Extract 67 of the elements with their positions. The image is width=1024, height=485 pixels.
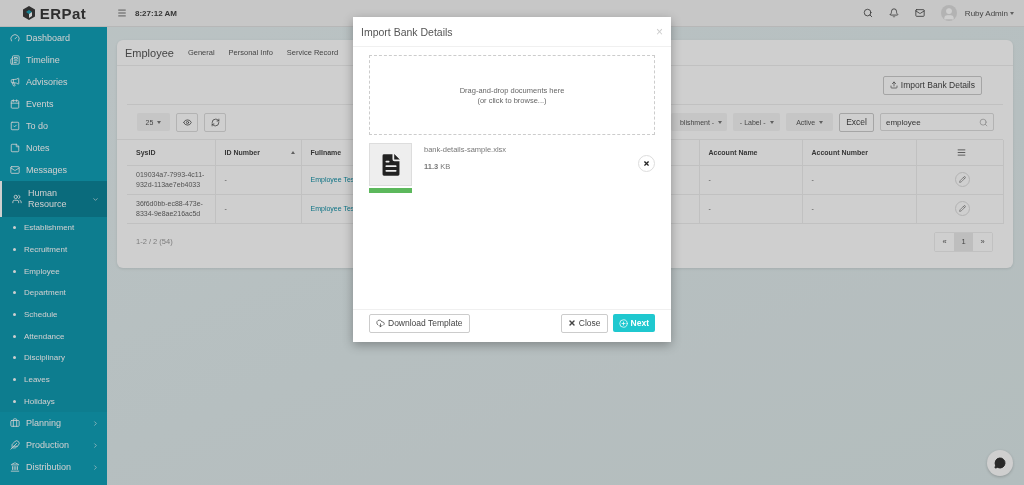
remove-file-button[interactable] <box>638 155 655 172</box>
menu-item-icon <box>10 440 20 451</box>
submenu-item[interactable]: Department <box>0 282 107 304</box>
menu-item-icon <box>10 121 20 131</box>
upload-icon <box>889 81 898 89</box>
sidebar-item[interactable]: To do <box>0 115 107 137</box>
chevron-right-icon <box>92 419 99 427</box>
sidebar-item[interactable]: Production <box>0 434 107 457</box>
search-field[interactable]: employee <box>880 113 994 131</box>
submenu-item[interactable]: Attendance <box>0 325 107 348</box>
eye-icon <box>182 117 192 127</box>
import-button[interactable]: Import Bank Details <box>882 75 982 95</box>
refresh-button[interactable] <box>204 112 226 132</box>
close-icon <box>643 160 650 167</box>
sidebar-item[interactable]: Planning <box>0 412 107 435</box>
menu-item-icon <box>10 55 20 65</box>
plus-circle-icon <box>618 318 628 328</box>
visibility-button[interactable] <box>176 112 198 132</box>
sidebar-item[interactable]: Events <box>0 93 107 115</box>
search-icon <box>979 117 988 127</box>
chevron-right-icon <box>92 463 99 471</box>
menu-item-icon <box>10 462 20 473</box>
download-template-button[interactable]: Download Template <box>369 313 470 333</box>
logo-text: ERPat <box>39 4 87 22</box>
submenu-item[interactable]: Recruitment <box>0 238 107 261</box>
close-icon <box>567 319 576 327</box>
user-menu[interactable]: Ruby Admin <box>964 8 1014 18</box>
sidebar-item[interactable]: Messages <box>0 159 107 181</box>
mail-icon[interactable] <box>914 8 925 18</box>
pencil-icon <box>958 205 966 212</box>
sidebar-item[interactable]: Timeline <box>0 49 107 71</box>
submenu-item[interactable]: Employee <box>0 260 107 283</box>
refresh-icon <box>210 117 220 127</box>
submenu-item[interactable]: Establishment <box>0 217 107 239</box>
menu-icon[interactable] <box>956 147 966 157</box>
cloud-download-icon <box>376 318 385 328</box>
chevron-down-icon <box>92 195 99 203</box>
dialog-title: Import Bank Details <box>361 25 453 38</box>
menu-item-icon <box>10 33 20 43</box>
submenu-item[interactable]: Schedule <box>0 303 107 326</box>
sidebar-item[interactable]: Notes <box>0 137 107 159</box>
close-button[interactable]: Close <box>560 313 608 333</box>
search-icon[interactable] <box>862 8 873 18</box>
menu-item-icon <box>10 99 20 109</box>
sort-icon <box>290 150 295 154</box>
submenu-item[interactable]: Leaves <box>0 368 107 391</box>
logo-icon <box>20 5 37 21</box>
chat-button[interactable] <box>987 450 1013 476</box>
submenu-item[interactable]: Disciplinary <box>0 347 107 369</box>
clock-time: 8:27:12 AM <box>135 8 178 18</box>
menu-item-icon <box>10 165 20 175</box>
menu-item-icon <box>12 194 22 204</box>
menu-item-icon <box>10 418 20 429</box>
menu-item-icon <box>10 77 20 87</box>
bell-icon[interactable] <box>888 8 899 18</box>
sidebar-item[interactable]: Human Resource <box>0 181 107 217</box>
menu-icon[interactable] <box>117 8 127 18</box>
sidebar-item[interactable]: Dashboard <box>0 27 107 49</box>
pencil-icon <box>958 176 966 183</box>
excel-button[interactable]: Excel <box>839 112 874 132</box>
submenu-item[interactable]: Holidays <box>0 390 107 413</box>
chevron-right-icon <box>92 441 99 449</box>
menu-item-icon <box>10 143 20 153</box>
page-title: Employee <box>125 46 174 59</box>
sidebar-item[interactable]: Advisories <box>0 71 107 93</box>
sidebar-item[interactable]: Distribution <box>0 456 107 479</box>
chat-icon <box>994 457 1006 469</box>
